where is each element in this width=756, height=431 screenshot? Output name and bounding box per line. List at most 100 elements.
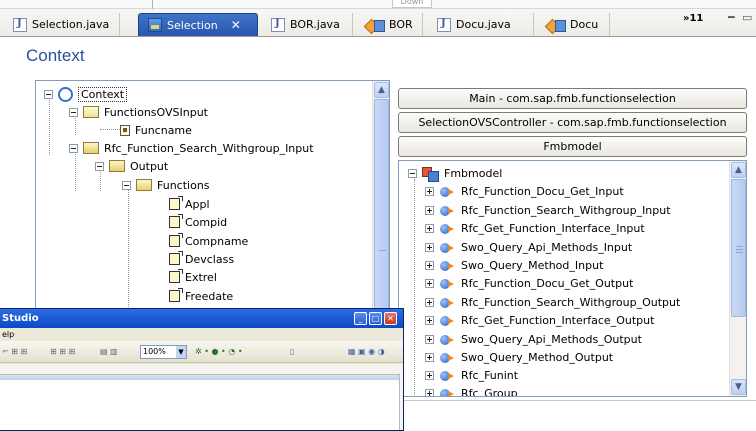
maximize-icon[interactable]: ▭ bbox=[742, 11, 752, 24]
studio-body bbox=[0, 364, 403, 430]
close-icon[interactable]: ✕ bbox=[384, 312, 397, 325]
tab-bor-java[interactable]: BOR.java bbox=[262, 13, 353, 36]
tab-docu[interactable]: Docu bbox=[538, 13, 610, 36]
tree-node-model-class[interactable]: Swo_Query_Method_Output bbox=[425, 348, 613, 366]
tree-node-model-class[interactable]: Rfc_Get_Function_Interface_Input bbox=[425, 219, 645, 237]
scroll-up-icon[interactable]: ▲ bbox=[374, 82, 389, 98]
expand-icon[interactable] bbox=[425, 388, 434, 396]
tab-label: BOR.java bbox=[290, 18, 340, 31]
collapse-icon[interactable] bbox=[44, 89, 53, 99]
tree-node-label: Rfc_Funint bbox=[461, 368, 519, 382]
expand-icon[interactable] bbox=[425, 297, 434, 307]
scroll-down-icon[interactable]: ▼ bbox=[731, 379, 746, 395]
tree-node-label: Extrel bbox=[185, 270, 217, 284]
collapse-icon[interactable] bbox=[122, 180, 131, 190]
studio-pane[interactable] bbox=[0, 374, 400, 430]
menu-bar[interactable]: elp bbox=[0, 328, 403, 341]
expand-icon[interactable] bbox=[425, 223, 434, 233]
down-button[interactable]: Down bbox=[392, 0, 432, 8]
tree-node-model-class[interactable]: Swo_Query_Method_Input bbox=[425, 256, 603, 274]
collapse-icon[interactable] bbox=[69, 143, 78, 153]
model-tree-panel[interactable]: Fmbmodel Rfc_Function_Docu_Get_Input Rfc… bbox=[398, 160, 747, 397]
expand-icon[interactable] bbox=[425, 334, 434, 344]
tab-selection[interactable]: Selection ✕ bbox=[138, 13, 258, 36]
tab-docu-java[interactable]: Docu.java bbox=[428, 13, 534, 36]
tree-node-devclass[interactable]: Devclass bbox=[169, 250, 234, 268]
expand-icon[interactable] bbox=[425, 315, 434, 325]
tree-node-model-class[interactable]: Rfc_Function_Search_Withgroup_Output bbox=[425, 293, 680, 311]
tree-line bbox=[100, 129, 122, 130]
collapse-icon[interactable] bbox=[69, 107, 78, 117]
controller-main-button[interactable]: Main - com.sap.fmb.functionselection bbox=[398, 88, 747, 109]
tree-node-output[interactable]: Output bbox=[95, 157, 168, 175]
toolbar-icon[interactable]: ▯ bbox=[290, 347, 294, 357]
run-icon[interactable]: ✲ • ● • ◔ • bbox=[195, 347, 243, 357]
model-class-icon bbox=[439, 295, 456, 309]
close-icon[interactable]: ✕ bbox=[231, 18, 241, 32]
tree-node-context[interactable]: Context bbox=[44, 85, 128, 103]
expand-icon[interactable] bbox=[425, 260, 434, 270]
tree-node-appl[interactable]: Appl bbox=[169, 195, 210, 213]
tree-node-compname[interactable]: Compname bbox=[169, 232, 248, 250]
tree-node-label: Swo_Query_Api_Methods_Output bbox=[461, 332, 642, 346]
studio-window[interactable]: Studio _ □ ✕ elp ⌐ ⊞ ⊞ ⊞ ⊞ ⊞ ▤ ▥ 100% ▼ … bbox=[0, 308, 404, 431]
scroll-thumb[interactable] bbox=[374, 99, 389, 319]
tree-node-rfc-function-search-withgroup-input[interactable]: Rfc_Function_Search_Withgroup_Input bbox=[69, 139, 314, 157]
toolbar: ⌐ ⊞ ⊞ ⊞ ⊞ ⊞ ▤ ▥ 100% ▼ ✲ • ● • ◔ • ▯ ▦ ▣… bbox=[0, 341, 403, 363]
tree-node-model-class[interactable]: Rfc_Funint bbox=[425, 366, 518, 384]
expand-icon[interactable] bbox=[425, 352, 434, 362]
tree-node-model-class[interactable]: Rfc_Get_Function_Interface_Output bbox=[425, 311, 654, 329]
expand-icon[interactable] bbox=[425, 205, 434, 215]
scroll-up-icon[interactable]: ▲ bbox=[731, 162, 746, 178]
tab-selection-java[interactable]: Selection.java bbox=[4, 13, 120, 36]
context-tree-panel[interactable]: Context FunctionsOVSInput Funcname Rfc_F… bbox=[35, 80, 390, 320]
tree-node-functions[interactable]: Functions bbox=[122, 176, 210, 194]
tree-line bbox=[75, 151, 76, 191]
tree-node-functionsovsinput[interactable]: FunctionsOVSInput bbox=[69, 103, 208, 121]
window-title: Studio bbox=[0, 309, 403, 328]
model-icon bbox=[422, 166, 439, 182]
scroll-thumb[interactable] bbox=[731, 179, 746, 317]
tree-node-model-class[interactable]: Swo_Query_Api_Methods_Output bbox=[425, 330, 642, 348]
tree-node-fmbmodel[interactable]: Fmbmodel bbox=[408, 164, 502, 182]
more-tabs-button[interactable]: »11 bbox=[683, 13, 703, 24]
tree-node-label: Funcname bbox=[135, 123, 192, 137]
minimize-icon[interactable]: ━ bbox=[728, 11, 735, 24]
tree-node-freedate[interactable]: Freedate bbox=[169, 287, 233, 305]
tree-node-funcname[interactable]: Funcname bbox=[120, 121, 192, 139]
tree-node-label: Compid bbox=[185, 215, 228, 229]
grip-line bbox=[736, 249, 743, 250]
expand-icon[interactable] bbox=[425, 278, 434, 288]
attribute-icon bbox=[169, 288, 183, 302]
expand-icon[interactable] bbox=[425, 370, 434, 380]
perspective-icons[interactable]: ▦ ▣ ◉ ◑ bbox=[348, 347, 385, 357]
maximize-icon[interactable]: □ bbox=[369, 312, 382, 325]
component-icon bbox=[547, 18, 566, 32]
model-class-icon bbox=[439, 368, 456, 382]
expand-icon[interactable] bbox=[425, 186, 434, 196]
controller-selectionovs-button[interactable]: SelectionOVSController - com.sap.fmb.fun… bbox=[398, 112, 747, 133]
expand-icon[interactable] bbox=[425, 242, 434, 252]
tree-node-model-class[interactable]: Rfc_Group bbox=[425, 384, 518, 397]
tree-node-extrel[interactable]: Extrel bbox=[169, 268, 217, 286]
toolbar-icon[interactable]: ⌐ ⊞ ⊞ bbox=[2, 347, 27, 357]
tree-node-label: Output bbox=[130, 159, 169, 173]
zoom-select[interactable]: 100% ▼ bbox=[140, 345, 187, 359]
controller-fmbmodel-button[interactable]: Fmbmodel bbox=[398, 136, 747, 157]
tree-node-label: Rfc_Group bbox=[461, 386, 518, 397]
chevron-down-icon[interactable]: ▼ bbox=[176, 346, 186, 358]
tree-node-model-class[interactable]: Rfc_Function_Docu_Get_Input bbox=[425, 182, 624, 200]
context-tree-scrollbar[interactable]: ▲ bbox=[372, 81, 389, 319]
tab-bor[interactable]: BOR bbox=[357, 13, 423, 36]
toolbar-icon[interactable]: ⊞ ⊞ ⊞ bbox=[50, 347, 75, 357]
model-tree-scrollbar[interactable]: ▲ ▼ bbox=[729, 161, 746, 396]
minimize-icon[interactable]: _ bbox=[354, 312, 367, 325]
tree-node-model-class[interactable]: Rfc_Function_Search_Withgroup_Input bbox=[425, 201, 671, 219]
tree-node-model-class[interactable]: Swo_Query_Api_Methods_Input bbox=[425, 238, 632, 256]
tree-node-compid[interactable]: Compid bbox=[169, 213, 227, 231]
tree-node-model-class[interactable]: Rfc_Function_Docu_Get_Output bbox=[425, 274, 633, 292]
toolbar-icon[interactable]: ▤ ▥ bbox=[100, 347, 118, 357]
collapse-icon[interactable] bbox=[95, 161, 104, 171]
editor-tab-bar: Selection.java Selection ✕ BOR.java BOR … bbox=[0, 9, 756, 37]
collapse-icon[interactable] bbox=[408, 168, 417, 178]
